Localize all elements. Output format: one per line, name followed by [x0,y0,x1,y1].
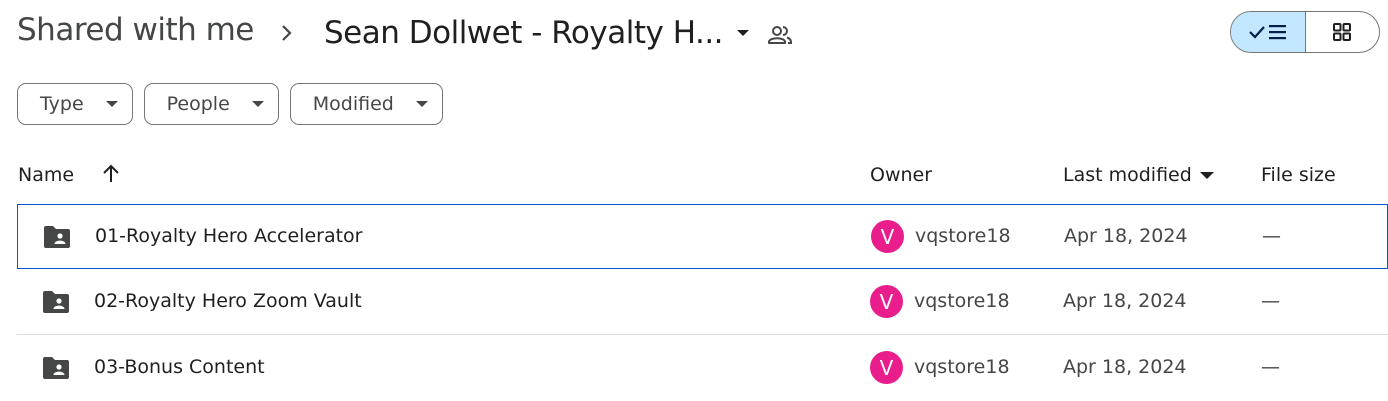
column-header-owner: Owner [870,164,933,186]
avatar: V [870,351,903,384]
owner-name: vqstore18 [914,356,1010,378]
filter-bar: Type People Modified [17,83,443,125]
table-row[interactable]: 02-Royalty Hero Zoom Vault V vqstore18 A… [17,270,1388,335]
arrow-up-icon[interactable] [100,163,122,185]
last-modified: Apr 18, 2024 [1063,290,1187,312]
avatar: V [871,220,904,253]
breadcrumb-current-folder[interactable]: Sean Dollwet - Royalty H... [324,8,759,58]
last-modified: Apr 18, 2024 [1063,356,1187,378]
column-header-last-modified-label: Last modified [1063,164,1192,186]
list-view-button[interactable] [1231,12,1306,52]
filter-type-chip[interactable]: Type [17,83,133,125]
column-header-name[interactable]: Name [18,164,74,186]
grid-view-button[interactable] [1306,12,1380,52]
file-size: — [1261,290,1280,312]
file-name[interactable]: 03-Bonus Content [94,356,265,378]
check-list-icon [1248,25,1286,40]
shared-folder-icon [44,226,70,248]
file-size: — [1262,225,1281,247]
filter-modified-chip[interactable]: Modified [289,83,443,125]
view-toggle [1230,11,1380,53]
chevron-right-icon [282,25,292,41]
breadcrumb-root[interactable]: Shared with me [17,12,254,48]
table-row[interactable]: 01-Royalty Hero Accelerator V vqstore18 … [17,204,1388,269]
filter-modified-label: Modified [312,93,394,115]
file-name[interactable]: 02-Royalty Hero Zoom Vault [94,290,362,312]
caret-down-icon [105,101,118,107]
column-header-last-modified[interactable]: Last modified [1063,164,1214,186]
arrow-drop-down-icon [1199,172,1214,179]
people-icon[interactable] [766,21,794,49]
last-modified: Apr 18, 2024 [1064,225,1188,247]
arrow-drop-down-icon [737,30,750,36]
breadcrumb-current-label: Sean Dollwet - Royalty H... [324,15,724,51]
filter-type-label: Type [40,93,84,115]
filter-people-label: People [166,93,230,115]
table-row[interactable]: 03-Bonus Content V vqstore18 Apr 18, 202… [17,336,1388,401]
shared-folder-icon [43,357,69,379]
filter-people-chip[interactable]: People [143,83,279,125]
caret-down-icon [251,101,264,107]
file-name[interactable]: 01-Royalty Hero Accelerator [95,225,363,247]
grid-icon [1333,23,1352,41]
owner-name: vqstore18 [915,225,1011,247]
header: Shared with me Sean Dollwet - Royalty H.… [0,0,1388,70]
owner-name: vqstore18 [914,290,1010,312]
caret-down-icon [415,101,428,107]
file-size: — [1261,356,1280,378]
column-header-file-size: File size [1261,164,1336,186]
avatar: V [870,285,903,318]
shared-folder-icon [43,291,69,313]
